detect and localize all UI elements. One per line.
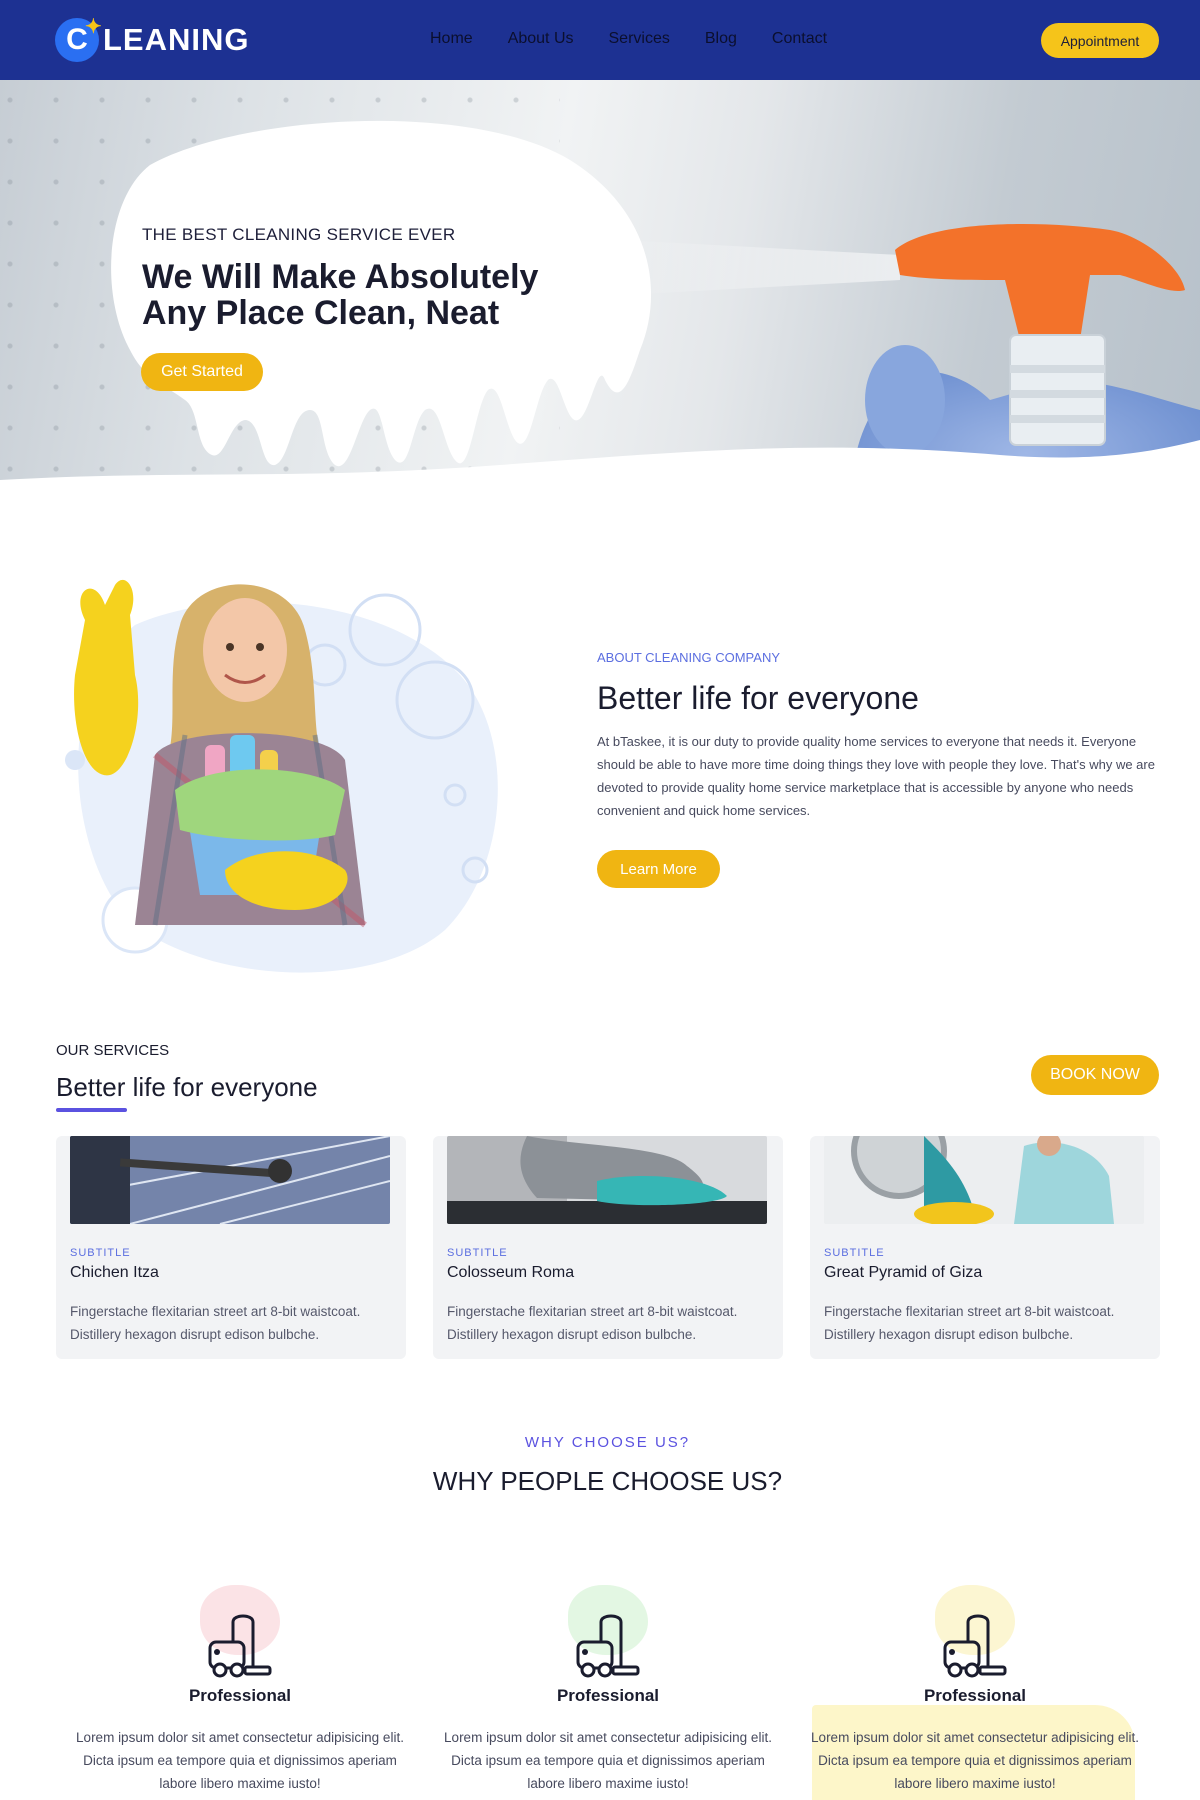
- vacuum-cleaner-icon: [943, 1614, 1007, 1678]
- service-image-laundry: [824, 1136, 1144, 1224]
- about-body: At bTaskee, it is our duty to provide qu…: [597, 734, 1155, 818]
- nav-about-us[interactable]: About Us: [508, 30, 574, 48]
- cleaning-woman-image: [65, 579, 498, 973]
- card-subtitle: SUBTITLE: [824, 1247, 885, 1259]
- vacuum-cleaner-icon: [208, 1614, 272, 1678]
- card-title: Colosseum Roma: [447, 1264, 575, 1281]
- feature-title: Professional: [188, 1686, 292, 1705]
- service-image-window-cleaning: [70, 1136, 390, 1224]
- nav-services[interactable]: Services: [609, 30, 670, 48]
- hero-copy: THE BEST CLEANING SERVICE EVER We Will M…: [142, 225, 562, 331]
- card-text: Fingerstache flexitarian street art 8-bi…: [70, 1304, 361, 1342]
- feature-text: Lorem ipsum dolor sit amet consectetur a…: [76, 1730, 404, 1791]
- nav-contact[interactable]: Contact: [772, 30, 827, 48]
- card-subtitle: SUBTITLE: [70, 1247, 131, 1259]
- main-menu: Home About Us Services Blog Contact: [430, 30, 862, 48]
- learn-more-button[interactable]: Learn More: [597, 850, 720, 888]
- nav-blog[interactable]: Blog: [705, 30, 737, 48]
- services-kicker: OUR SERVICES: [56, 1042, 170, 1059]
- card-text: Fingerstache flexitarian street art 8-bi…: [824, 1304, 1115, 1342]
- get-started-button[interactable]: Get Started: [141, 353, 263, 391]
- hero-title: We Will Make Absolutely Any Place Clean,…: [142, 258, 539, 332]
- hero-kicker: THE BEST CLEANING SERVICE EVER: [142, 225, 456, 244]
- top-navbar: C ✦ LEANING Home About Us Services Blog …: [0, 0, 1200, 80]
- card-text: Fingerstache flexitarian street art 8-bi…: [447, 1304, 738, 1342]
- about-kicker: ABOUT CLEANING COMPANY: [597, 650, 780, 665]
- feature-title: Professional: [556, 1686, 660, 1705]
- card-subtitle: SUBTITLE: [447, 1247, 508, 1259]
- services-title: Better life for everyone: [56, 1072, 318, 1102]
- card-title: Chichen Itza: [70, 1264, 159, 1281]
- why-kicker: WHY CHOOSE US?: [524, 1434, 691, 1451]
- title-underline: [56, 1108, 127, 1112]
- feature-text: Lorem ipsum dolor sit amet consectetur a…: [811, 1730, 1139, 1791]
- nav-home[interactable]: Home: [430, 30, 473, 48]
- sparkle-icon: ✦: [85, 16, 102, 38]
- vacuum-cleaner-icon: [576, 1614, 640, 1678]
- service-image-surface-wiping: [447, 1136, 767, 1224]
- service-card[interactable]: SUBTITLE Great Pyramid of Giza Fingersta…: [810, 1136, 1160, 1359]
- why-title: WHY PEOPLE CHOOSE US?: [432, 1466, 783, 1496]
- service-card[interactable]: SUBTITLE Chichen Itza Fingerstache flexi…: [56, 1136, 406, 1359]
- card-title: Great Pyramid of Giza: [824, 1264, 983, 1281]
- logo-text: LEANING: [103, 22, 250, 57]
- logo-mark-icon: C ✦: [55, 16, 102, 62]
- book-now-button[interactable]: BOOK NOW: [1031, 1055, 1159, 1095]
- feature-text: Lorem ipsum dolor sit amet consectetur a…: [444, 1730, 772, 1791]
- about-title: Better life for everyone: [597, 680, 919, 716]
- feature-title: Professional: [923, 1686, 1027, 1705]
- service-card[interactable]: SUBTITLE Colosseum Roma Fingerstache fle…: [433, 1136, 783, 1359]
- brand-logo[interactable]: C ✦ LEANING: [55, 16, 250, 62]
- appointment-button[interactable]: Appointment: [1041, 23, 1159, 58]
